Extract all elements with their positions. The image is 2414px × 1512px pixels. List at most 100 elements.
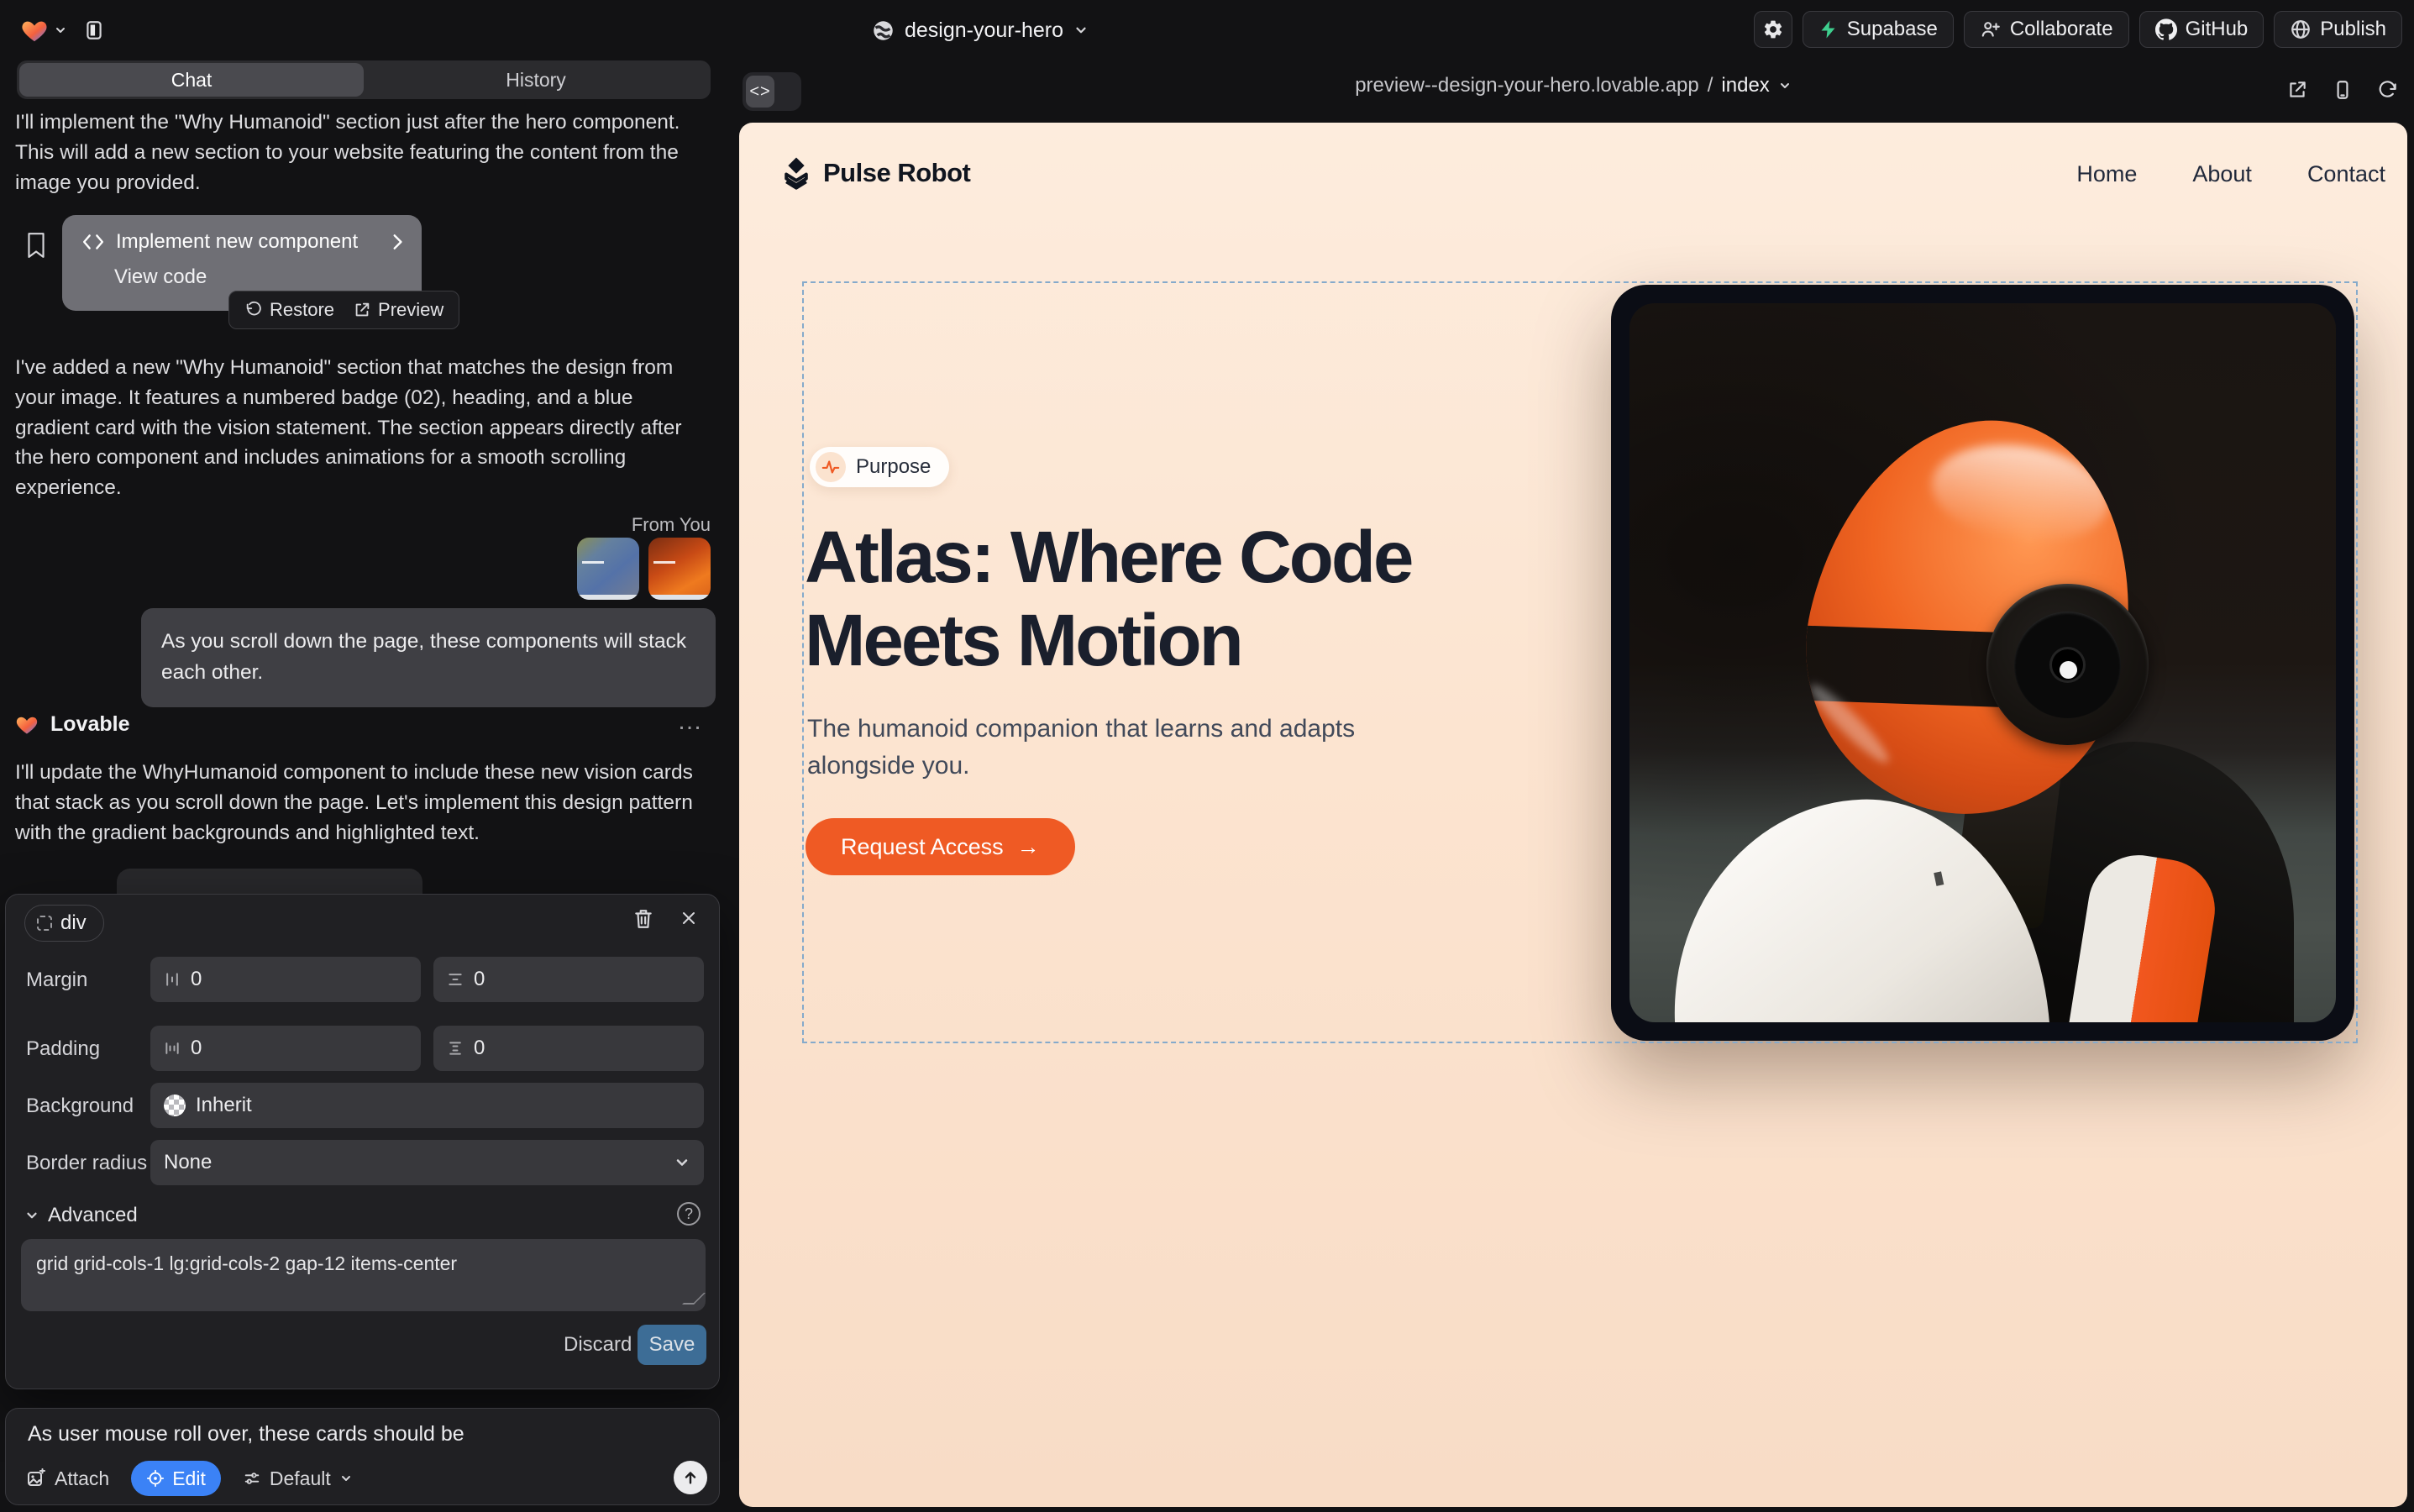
github-button[interactable]: GitHub <box>2139 11 2264 48</box>
from-you-label: From You <box>632 514 711 536</box>
message-overflow-menu[interactable]: … <box>677 707 704 736</box>
sidebar-panel-icon <box>83 19 105 41</box>
nav-home[interactable]: Home <box>2076 161 2137 187</box>
margin-x-icon <box>164 971 181 988</box>
transparency-swatch-icon <box>164 1095 186 1116</box>
margin-label: Margin <box>26 969 87 992</box>
github-icon <box>2155 18 2177 40</box>
view-code-link[interactable]: View code <box>114 265 405 289</box>
toggle-sidebar-button[interactable] <box>77 13 111 47</box>
code-preview-toggle[interactable]: <> <box>743 72 801 111</box>
hero-robot-card <box>1611 285 2354 1041</box>
dashed-element-icon <box>37 916 52 931</box>
background-input[interactable]: Inherit <box>150 1083 704 1128</box>
preview-button[interactable]: Preview <box>353 299 443 321</box>
site-brand[interactable]: Pulse Robot <box>781 156 970 190</box>
attach-button[interactable]: Attach <box>26 1467 109 1490</box>
chevron-right-icon <box>390 233 405 251</box>
request-access-button[interactable]: Request Access → <box>806 818 1075 875</box>
chat-composer[interactable]: As user mouse roll over, these cards sho… <box>5 1408 720 1505</box>
element-tag: div <box>60 911 87 935</box>
preview-url-bar[interactable]: preview--design-your-hero.lovable.app / … <box>739 74 2407 97</box>
send-button[interactable] <box>674 1461 707 1494</box>
attachment-thumbnail-orange[interactable] <box>648 538 711 600</box>
project-globe-icon <box>872 19 895 42</box>
restore-button[interactable]: Restore <box>244 299 334 321</box>
background-value: Inherit <box>196 1094 252 1117</box>
discard-button[interactable]: Discard <box>550 1325 645 1365</box>
padding-y-icon <box>447 1040 464 1057</box>
pulse-icon <box>821 458 840 476</box>
send-arrow-up-icon <box>681 1468 700 1487</box>
border-radius-label: Border radius <box>26 1152 147 1175</box>
project-switcher[interactable]: design-your-hero <box>872 15 1089 45</box>
open-in-new-tab-icon[interactable] <box>2286 79 2308 101</box>
app-window: design-your-hero Supabase Collaborate <box>0 0 2414 1512</box>
padding-y-input[interactable]: 0 <box>433 1026 704 1071</box>
mode-select[interactable]: Default <box>243 1467 353 1490</box>
chat-history-tabs: Chat History <box>17 60 711 99</box>
select-chevron-down-icon <box>674 1154 690 1171</box>
preview-toolbar-icons <box>2286 79 2399 101</box>
attachment-thumbnail-blue[interactable] <box>577 538 639 600</box>
url-chevron-down-icon <box>1778 79 1792 92</box>
request-access-label: Request Access <box>841 834 1004 860</box>
url-separator: / <box>1708 74 1713 97</box>
project-name: design-your-hero <box>905 18 1063 43</box>
advanced-toggle[interactable]: Advanced <box>24 1204 138 1227</box>
border-radius-select[interactable]: None <box>150 1140 704 1185</box>
robot-camera-eye <box>1986 584 2149 746</box>
close-icon[interactable] <box>679 908 699 928</box>
supabase-button[interactable]: Supabase <box>1803 11 1954 48</box>
mobile-view-icon[interactable] <box>2332 79 2354 101</box>
margin-y-icon <box>447 971 464 988</box>
preview-label: Preview <box>378 299 443 321</box>
topbar-actions: Supabase Collaborate GitHub Publish <box>1754 11 2402 48</box>
padding-x-value: 0 <box>191 1037 202 1060</box>
advanced-label: Advanced <box>48 1204 138 1227</box>
nav-contact[interactable]: Contact <box>2307 161 2385 187</box>
edit-label: Edit <box>172 1467 206 1490</box>
save-button[interactable]: Save <box>638 1325 706 1365</box>
robot-image <box>1629 303 2336 1022</box>
collaborate-button[interactable]: Collaborate <box>1964 11 2129 48</box>
edit-mode-button[interactable]: Edit <box>131 1461 221 1496</box>
tab-history[interactable]: History <box>364 63 708 97</box>
collaborate-label: Collaborate <box>2010 18 2113 41</box>
lovable-name: Lovable <box>50 712 129 737</box>
hero-heading-line1: Atlas: Where Code <box>805 516 1561 599</box>
lovable-logo-icon[interactable] <box>20 17 49 44</box>
assistant-message: I'll update the WhyHumanoid component to… <box>15 758 711 848</box>
site-preview: Pulse Robot Home About Contact Purpose A… <box>739 123 2407 1507</box>
bookmark-icon[interactable] <box>25 232 47 259</box>
code-toggle-icon: <> <box>746 76 774 108</box>
arrow-right-icon: → <box>1017 834 1040 860</box>
nav-about[interactable]: About <box>2192 161 2252 187</box>
margin-y-input[interactable]: 0 <box>433 957 704 1002</box>
version-hover-menu: Restore Preview <box>228 291 459 329</box>
element-inspector-panel: div Margin 0 0 Padding 0 0 Backg <box>5 894 720 1389</box>
publish-label: Publish <box>2320 18 2386 41</box>
external-link-icon <box>353 301 371 319</box>
site-brand-name: Pulse Robot <box>823 158 970 188</box>
help-icon[interactable]: ? <box>677 1202 701 1226</box>
refresh-icon[interactable] <box>2377 79 2399 101</box>
composer-input[interactable]: As user mouse roll over, these cards sho… <box>28 1422 691 1446</box>
settings-button[interactable] <box>1754 11 1792 48</box>
padding-y-value: 0 <box>474 1037 485 1060</box>
logo-chevron-down-icon[interactable] <box>54 24 67 37</box>
project-chevron-down-icon <box>1073 23 1089 38</box>
selected-element-pill[interactable]: div <box>24 905 104 942</box>
restore-label: Restore <box>270 299 334 321</box>
tab-chat[interactable]: Chat <box>19 63 364 97</box>
partial-tool-card <box>117 869 422 897</box>
tailwind-classes-textarea[interactable]: grid grid-cols-1 lg:grid-cols-2 gap-12 i… <box>21 1239 706 1311</box>
trash-icon[interactable] <box>633 908 653 930</box>
assistant-message: I've added a new "Why Humanoid" section … <box>15 353 711 503</box>
mode-label: Default <box>270 1467 331 1490</box>
hero-heading: Atlas: Where Code Meets Motion <box>805 516 1561 682</box>
margin-x-input[interactable]: 0 <box>150 957 421 1002</box>
publish-button[interactable]: Publish <box>2274 11 2402 48</box>
hero-badge-label: Purpose <box>856 455 931 479</box>
padding-x-input[interactable]: 0 <box>150 1026 421 1071</box>
